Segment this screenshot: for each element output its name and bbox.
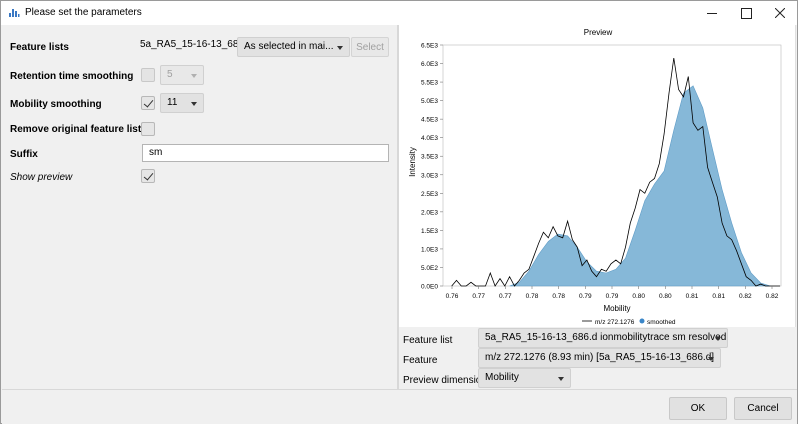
x-tick-label: 0.81 <box>712 293 725 300</box>
select-button[interactable]: Select <box>351 37 389 57</box>
preview-feature-list-label: Feature list <box>403 335 453 346</box>
preview-dimension-value: Mobility <box>485 372 519 383</box>
x-tick-label: 0.79 <box>579 293 592 300</box>
cancel-button[interactable]: Cancel <box>734 397 792 420</box>
preview-dimension-combo[interactable]: Mobility <box>478 368 571 388</box>
preview-feature-value: m/z 272.1276 (8.93 min) [5a_RA5_15-16-13… <box>485 352 715 363</box>
button-bar: OK Cancel <box>2 389 797 424</box>
preview-feature-label: Feature <box>403 355 438 366</box>
suffix-input[interactable]: sm <box>142 144 389 162</box>
preview-feature-list-combo[interactable]: 5a_RA5_15-16-13_686.d ionmobilitytrace s… <box>478 328 728 348</box>
show-preview-checkbox[interactable] <box>141 169 155 183</box>
remove-original-label: Remove original feature list <box>10 124 142 135</box>
y-tick-label: 5.0E3 <box>421 98 438 105</box>
y-tick-label: 5.5E3 <box>421 80 438 87</box>
y-tick-label: 1.0E3 <box>421 246 438 253</box>
chevron-down-icon <box>191 74 197 78</box>
chevron-down-icon <box>337 46 343 50</box>
chart-svg: Preview Intensity Mobility 0.0E0 5.0E2 1.0… <box>408 28 782 326</box>
mobility-smoothing-combo-value: 11 <box>167 97 178 108</box>
preview-dimension-label: Preview dimension <box>403 375 487 386</box>
x-tick-label: 0.78 <box>526 293 539 300</box>
show-preview-label: Show preview <box>10 172 73 183</box>
preview-chart: Preview Intensity Mobility 0.0E0 5.0E2 1.0… <box>399 25 796 327</box>
rt-smoothing-label: Retention time smoothing <box>10 71 134 82</box>
ok-button[interactable]: OK <box>669 397 727 420</box>
chart-title: Preview <box>584 28 613 37</box>
chevron-down-icon <box>558 377 564 381</box>
x-tick-label: 0.80 <box>659 293 672 300</box>
x-tick-label: 0.81 <box>686 293 699 300</box>
series-smoothed-area <box>509 85 771 287</box>
y-tick-label: 1.5E3 <box>421 228 438 235</box>
mobility-smoothing-combo[interactable]: 11 <box>160 93 204 113</box>
rt-smoothing-combo[interactable]: 5 <box>160 65 204 85</box>
close-icon <box>775 8 785 18</box>
preview-panel: Preview Intensity Mobility 0.0E0 5.0E2 1.0… <box>399 25 796 389</box>
preview-feature-list-value: 5a_RA5_15-16-13_686.d ionmobilitytrace s… <box>485 332 727 343</box>
feature-lists-combo-value: As selected in mai... <box>244 41 334 52</box>
x-tick-label: 0.79 <box>606 293 619 300</box>
x-axis-label: Mobility <box>603 304 630 313</box>
chevron-down-icon <box>191 102 197 106</box>
rt-smoothing-combo-value: 5 <box>167 69 173 80</box>
y-tick-label: 6.5E3 <box>421 43 438 50</box>
x-tick-label: 0.77 <box>472 293 485 300</box>
parameters-panel: Feature lists 5a_RA5_15-16-13_686.... As… <box>2 25 395 389</box>
dialog-window: Please set the parameters Feature lists … <box>0 0 798 424</box>
feature-lists-value: 5a_RA5_15-16-13_686.... <box>140 39 238 50</box>
rt-smoothing-checkbox[interactable] <box>141 68 155 82</box>
y-tick-label: 4.0E3 <box>421 135 438 142</box>
mobility-smoothing-checkbox[interactable] <box>141 96 155 110</box>
window-title: Please set the parameters <box>25 7 142 18</box>
y-tick-label: 2.0E3 <box>421 209 438 216</box>
x-tick-label: 0.82 <box>739 293 752 300</box>
legend-raw-label: m/z 272.1276 <box>595 319 635 326</box>
y-tick-label: 3.5E3 <box>421 154 438 161</box>
y-tick-label: 3.0E3 <box>421 172 438 179</box>
y-tick-label: 0.0E0 <box>421 284 438 291</box>
close-button[interactable] <box>757 1 798 25</box>
chevron-down-icon <box>708 357 714 361</box>
y-axis-label: Intensity <box>408 147 417 177</box>
y-tick-label: 5.0E2 <box>421 265 438 272</box>
x-tick-label: 0.82 <box>766 293 779 300</box>
x-tick-label: 0.77 <box>499 293 512 300</box>
title-bar[interactable]: Please set the parameters <box>1 1 797 25</box>
legend-smoothed-swatch <box>639 318 645 324</box>
preview-feature-combo[interactable]: m/z 272.1276 (8.93 min) [5a_RA5_15-16-13… <box>478 348 721 368</box>
app-chart-icon <box>9 9 20 17</box>
x-tick-label: 0.76 <box>446 293 459 300</box>
mobility-smoothing-label: Mobility smoothing <box>10 99 102 110</box>
chevron-down-icon <box>715 337 721 341</box>
y-tick-label: 4.5E3 <box>421 117 438 124</box>
legend-smoothed-label: smoothed <box>647 319 676 326</box>
feature-lists-label: Feature lists <box>10 42 69 53</box>
y-tick-label: 6.0E3 <box>421 61 438 68</box>
x-tick-label: 0.80 <box>632 293 645 300</box>
y-tick-label: 2.5E3 <box>421 191 438 198</box>
suffix-label: Suffix <box>10 149 38 160</box>
feature-lists-combo[interactable]: As selected in mai... <box>237 37 350 57</box>
remove-original-checkbox[interactable] <box>141 122 155 136</box>
x-tick-label: 0.78 <box>552 293 565 300</box>
